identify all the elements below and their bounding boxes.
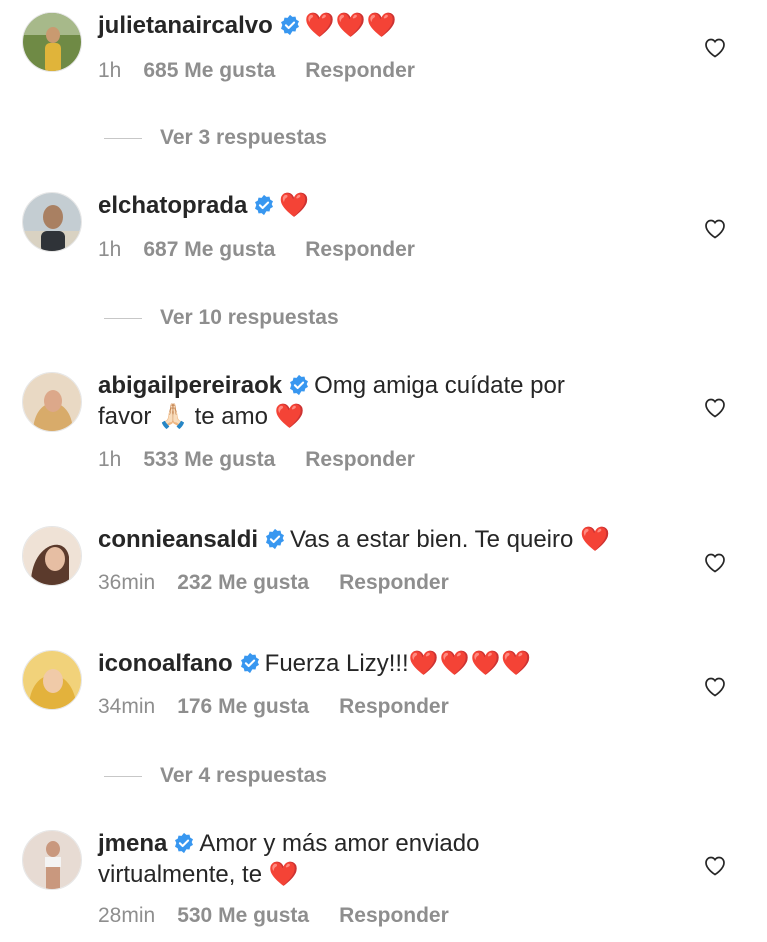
comment-text: Omg amiga cuídate por xyxy=(314,372,565,399)
verified-badge-icon xyxy=(266,528,285,550)
comment-text: Fuerza Lizy!!! xyxy=(264,650,409,677)
comment-body: jmena Amor y más amor enviado virtualmente… xyxy=(98,828,681,890)
reply-button[interactable]: Responder xyxy=(339,571,449,594)
comment-meta: 1h 533 Me gusta Responder xyxy=(98,448,415,472)
comment-username[interactable]: jmena xyxy=(98,830,167,857)
view-replies-label: Ver 3 respuestas xyxy=(160,126,327,149)
heart-emoji: ❤️ xyxy=(268,861,300,888)
like-count[interactable]: 232 Me gusta xyxy=(177,571,309,594)
avatar[interactable] xyxy=(22,12,82,72)
view-replies-button[interactable]: Ver 4 respuestas xyxy=(104,764,327,788)
comment-text: virtualmente, te xyxy=(98,861,263,888)
comment-username[interactable]: connieansaldi xyxy=(98,526,258,553)
like-count[interactable]: 176 Me gusta xyxy=(177,695,309,718)
heart-emoji: ❤️❤️❤️❤️ xyxy=(408,650,533,677)
view-replies-label: Ver 4 respuestas xyxy=(160,764,327,787)
verified-badge-icon xyxy=(240,652,259,674)
heart-emoji: ❤️ xyxy=(274,403,306,430)
comment-username[interactable]: julietanaircalvo xyxy=(98,12,273,39)
heart-outline-icon[interactable] xyxy=(703,217,727,239)
divider-line xyxy=(104,137,142,139)
comment-text: te amo xyxy=(194,403,268,430)
avatar[interactable] xyxy=(22,372,82,432)
view-replies-label: Ver 10 respuestas xyxy=(160,306,339,329)
heart-emoji: ❤️ xyxy=(279,192,311,219)
comment-body: abigailpereiraok Omg amiga cuídate por fav… xyxy=(98,370,681,432)
comment-time: 36min xyxy=(98,571,156,594)
avatar[interactable] xyxy=(22,830,82,890)
comment-time: 1h xyxy=(98,238,122,261)
reply-button[interactable]: Responder xyxy=(305,448,415,471)
reply-button[interactable]: Responder xyxy=(305,59,415,82)
verified-badge-icon xyxy=(290,374,309,396)
heart-outline-icon[interactable] xyxy=(703,675,727,697)
avatar[interactable] xyxy=(22,192,82,252)
divider-line xyxy=(104,317,142,319)
comment-username[interactable]: elchatoprada xyxy=(98,192,247,219)
like-count[interactable]: 530 Me gusta xyxy=(177,904,309,927)
comment-body: julietanaircalvo ❤️❤️❤️ xyxy=(98,10,681,41)
comment-time: 1h xyxy=(98,59,122,82)
verified-badge-icon xyxy=(280,14,299,36)
avatar[interactable] xyxy=(22,650,82,710)
like-count[interactable]: 533 Me gusta xyxy=(143,448,275,471)
comment-meta: 36min 232 Me gusta Responder xyxy=(98,571,449,595)
heart-outline-icon[interactable] xyxy=(703,396,727,418)
like-count[interactable]: 685 Me gusta xyxy=(143,59,275,82)
comment-time: 1h xyxy=(98,448,122,471)
comment-username[interactable]: abigailpereiraok xyxy=(98,372,282,399)
verified-badge-icon xyxy=(255,194,274,216)
heart-outline-icon[interactable] xyxy=(703,854,727,876)
comment-body: connieansaldi Vas a estar bien. Te queiro… xyxy=(98,524,681,555)
comment-meta: 1h 685 Me gusta Responder xyxy=(98,59,415,83)
heart-outline-icon[interactable] xyxy=(703,36,727,58)
reply-button[interactable]: Responder xyxy=(339,904,449,927)
comment-meta: 28min 530 Me gusta Responder xyxy=(98,904,449,928)
comment-username[interactable]: iconoalfano xyxy=(98,650,233,677)
view-replies-button[interactable]: Ver 10 respuestas xyxy=(104,306,339,330)
view-replies-button[interactable]: Ver 3 respuestas xyxy=(104,126,327,150)
pray-emoji: 🙏🏻 xyxy=(158,403,188,430)
comment-time: 28min xyxy=(98,904,156,927)
comment-meta: 1h 687 Me gusta Responder xyxy=(98,238,415,262)
comment-body: elchatoprada ❤️ xyxy=(98,190,681,221)
heart-emoji: ❤️❤️❤️ xyxy=(304,12,398,39)
verified-badge-icon xyxy=(175,832,194,854)
divider-line xyxy=(104,775,142,777)
comment-body: iconoalfano Fuerza Lizy!!!❤️❤️❤️❤️ xyxy=(98,648,681,679)
comment-text: Vas a estar bien. Te queiro xyxy=(290,526,574,553)
like-count[interactable]: 687 Me gusta xyxy=(143,238,275,261)
reply-button[interactable]: Responder xyxy=(305,238,415,261)
heart-emoji: ❤️ xyxy=(580,526,611,553)
comment-meta: 34min 176 Me gusta Responder xyxy=(98,695,449,719)
comment-time: 34min xyxy=(98,695,156,718)
comment-text: favor xyxy=(98,403,152,430)
reply-button[interactable]: Responder xyxy=(339,695,449,718)
avatar[interactable] xyxy=(22,526,82,586)
heart-outline-icon[interactable] xyxy=(703,551,727,573)
comment-text: Amor y más amor enviado xyxy=(199,830,480,857)
